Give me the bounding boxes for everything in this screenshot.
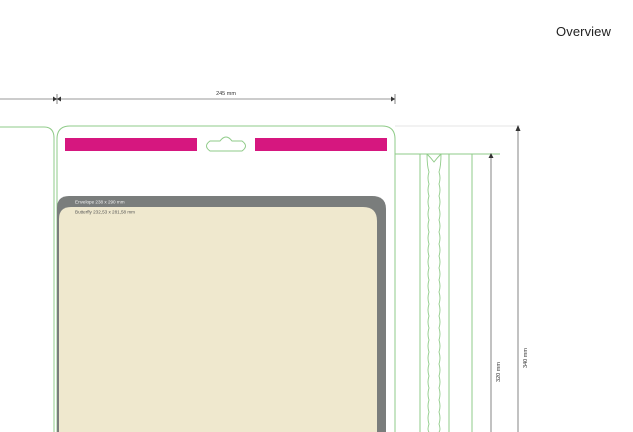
hang-strip-right — [255, 138, 387, 151]
width-dimension-label: 245 mm — [216, 91, 236, 97]
inner-height-dimension — [488, 153, 494, 432]
outer-height-label: 340 mm — [523, 348, 529, 368]
width-dimension — [0, 94, 396, 104]
dieline-drawing: Envelope 238 x 290 mm Butterfly 232,53 x… — [0, 91, 529, 432]
inner-height-label: 320 mm — [496, 362, 502, 382]
butterfly-shape — [59, 207, 377, 432]
outer-height-dimension — [515, 125, 521, 432]
overview-page: Overview Envelope 238 x 290 mm Butterfly… — [0, 0, 633, 432]
side-gusset-panels — [395, 153, 500, 432]
hang-hole-icon — [206, 136, 246, 152]
hang-strip-left — [65, 138, 197, 151]
envelope-label: Envelope 238 x 290 mm — [75, 200, 125, 205]
butterfly-label: Butterfly 232,53 x 281,58 mm — [75, 210, 135, 215]
left-panel-outline — [0, 126, 55, 432]
